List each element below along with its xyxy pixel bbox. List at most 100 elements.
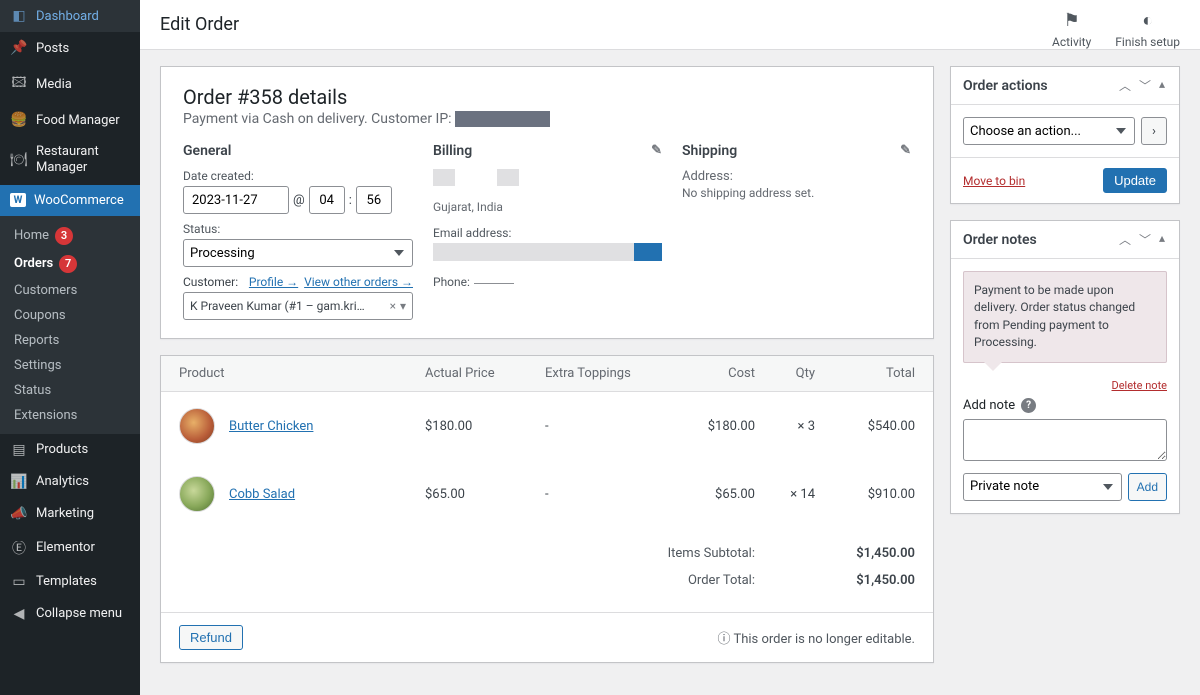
home-badge: 3 [55, 227, 73, 245]
help-icon[interactable]: ? [1021, 398, 1036, 413]
hour-input[interactable] [309, 186, 345, 214]
subnav-status[interactable]: Status [0, 378, 140, 403]
elementor-icon: Ⓔ [10, 538, 28, 558]
clear-customer-icon[interactable]: × [390, 299, 396, 313]
nav-media[interactable]: 🖾Media [0, 64, 140, 104]
progress-icon: ◐ [1142, 10, 1153, 31]
product-thumb [179, 476, 215, 512]
order-notes-title: Order notes [963, 232, 1037, 248]
refund-button[interactable]: Refund [179, 625, 243, 650]
move-up-icon[interactable]: ︿ [1117, 75, 1133, 96]
delete-note-link[interactable]: Delete note [1112, 379, 1168, 392]
col-cost: Cost [665, 366, 755, 381]
trash-link[interactable]: Move to bin [963, 174, 1025, 188]
nav-posts[interactable]: 📌 Posts [0, 32, 140, 64]
customer-value: K Praveen Kumar (#1 – gam.krinay.dh… [190, 299, 370, 313]
product-link[interactable]: Butter Chicken [229, 419, 313, 434]
food-icon: 🍔 [10, 112, 28, 128]
edit-billing-icon[interactable]: ✎ [651, 143, 662, 159]
order-totals: Items Subtotal:$1,450.00 Order Total:$1,… [161, 528, 933, 612]
nav-food-manager[interactable]: 🍔Food Manager [0, 104, 140, 136]
item-extra: - [545, 487, 665, 502]
nav-label: Analytics [36, 474, 89, 489]
status-select[interactable]: Processing [183, 239, 413, 267]
nav-dashboard[interactable]: ◧Dashboard [0, 0, 140, 32]
activity-button[interactable]: ⚑ Activity [1052, 10, 1091, 49]
subnav-label: Orders [14, 256, 53, 271]
address-label: Address: [682, 169, 911, 184]
nav-label: Marketing [36, 506, 94, 521]
admin-sidebar: ◧Dashboard 📌 Posts 🖾Media 🍔Food Manager 🍽… [0, 0, 140, 695]
subnav-settings[interactable]: Settings [0, 353, 140, 378]
nav-label: Posts [36, 41, 69, 56]
nav-collapse[interactable]: ◀Collapse menu [0, 598, 140, 630]
product-link[interactable]: Cobb Salad [229, 487, 295, 502]
no-shipping: No shipping address set. [682, 186, 911, 200]
total-value: $1,450.00 [815, 573, 915, 588]
subnav-orders[interactable]: Orders 7 [0, 250, 140, 278]
analytics-icon: 📊 [10, 474, 28, 490]
nav-woocommerce[interactable]: WWooCommerce [0, 185, 140, 216]
col-total: Total [815, 366, 915, 381]
col-qty: Qty [755, 366, 815, 381]
execute-action-button[interactable]: › [1141, 117, 1167, 145]
shipping-heading: Shipping [682, 143, 737, 159]
not-editable-note: ⓘ This order is no longer editable. [717, 628, 915, 647]
orders-badge: 7 [59, 255, 77, 273]
minute-input[interactable] [356, 186, 392, 214]
subnav-customers[interactable]: Customers [0, 278, 140, 303]
nav-elementor[interactable]: Ⓔ Elementor [0, 530, 140, 566]
items-header: Product Actual Price Extra Toppings Cost… [161, 356, 933, 392]
nav-products[interactable]: ▤Products [0, 434, 140, 466]
date-input[interactable] [183, 186, 289, 214]
move-down-icon[interactable]: ﹀ [1137, 229, 1153, 250]
other-orders-link[interactable]: View other orders → [304, 275, 413, 289]
note-type-select[interactable]: Private note [963, 473, 1122, 501]
note-textarea[interactable] [963, 419, 1167, 461]
subnav-coupons[interactable]: Coupons [0, 303, 140, 328]
nav-analytics[interactable]: 📊 Analytics [0, 466, 140, 498]
order-details-box: Order #358 details Payment via Cash on d… [160, 66, 934, 339]
subnav-reports[interactable]: Reports [0, 328, 140, 353]
nav-label: Media [36, 77, 72, 92]
subtotal-value: $1,450.00 [815, 546, 915, 561]
activity-label: Activity [1052, 35, 1091, 49]
add-note-button[interactable]: Add [1128, 473, 1167, 501]
toggle-icon[interactable]: ▴ [1157, 75, 1167, 96]
edit-shipping-icon[interactable]: ✎ [900, 143, 911, 159]
info-icon: ⓘ [717, 632, 730, 647]
chevron-down-icon[interactable]: ▾ [400, 299, 406, 313]
order-note: Payment to be made upon delivery. Order … [963, 271, 1167, 363]
subnav-home[interactable]: Home3 [0, 222, 140, 250]
date-label: Date created: [183, 169, 413, 183]
general-column: General Date created: @ : Status: [183, 143, 413, 320]
item-actual: $180.00 [425, 419, 545, 434]
item-cost: $65.00 [665, 487, 755, 502]
nav-label: Elementor [36, 540, 95, 555]
pin-icon: 📌 [10, 40, 28, 56]
move-up-icon[interactable]: ︿ [1117, 229, 1133, 250]
update-button[interactable]: Update [1103, 168, 1167, 193]
order-actions-title: Order actions [963, 78, 1048, 94]
page-title: Edit Order [160, 10, 239, 49]
order-action-select[interactable]: Choose an action... [963, 117, 1135, 145]
flag-icon: ⚑ [1064, 10, 1080, 31]
finish-setup-button[interactable]: ◐Finish setup [1115, 10, 1180, 49]
profile-link[interactable]: Profile → [249, 275, 298, 289]
customer-select[interactable]: K Praveen Kumar (#1 – gam.krinay.dh… × ▾ [183, 292, 413, 320]
chevron-right-icon: › [1152, 124, 1156, 139]
item-actual: $65.00 [425, 487, 545, 502]
nav-marketing[interactable]: 📣Marketing [0, 498, 140, 530]
nav-templates[interactable]: ▭Templates [0, 566, 140, 598]
ip-redacted [455, 111, 550, 127]
time-colon: : [349, 193, 352, 208]
move-down-icon[interactable]: ﹀ [1137, 75, 1153, 96]
nav-label: WooCommerce [34, 193, 124, 208]
subnav-extensions[interactable]: Extensions [0, 403, 140, 428]
nav-restaurant-manager[interactable]: 🍽Restaurant Manager [0, 136, 140, 185]
phone-redacted [474, 283, 514, 284]
nav-label: Products [36, 442, 88, 457]
shipping-column: Shipping ✎ Address: No shipping address s… [682, 143, 911, 320]
toggle-icon[interactable]: ▴ [1157, 229, 1167, 250]
item-total: $910.00 [815, 487, 915, 502]
